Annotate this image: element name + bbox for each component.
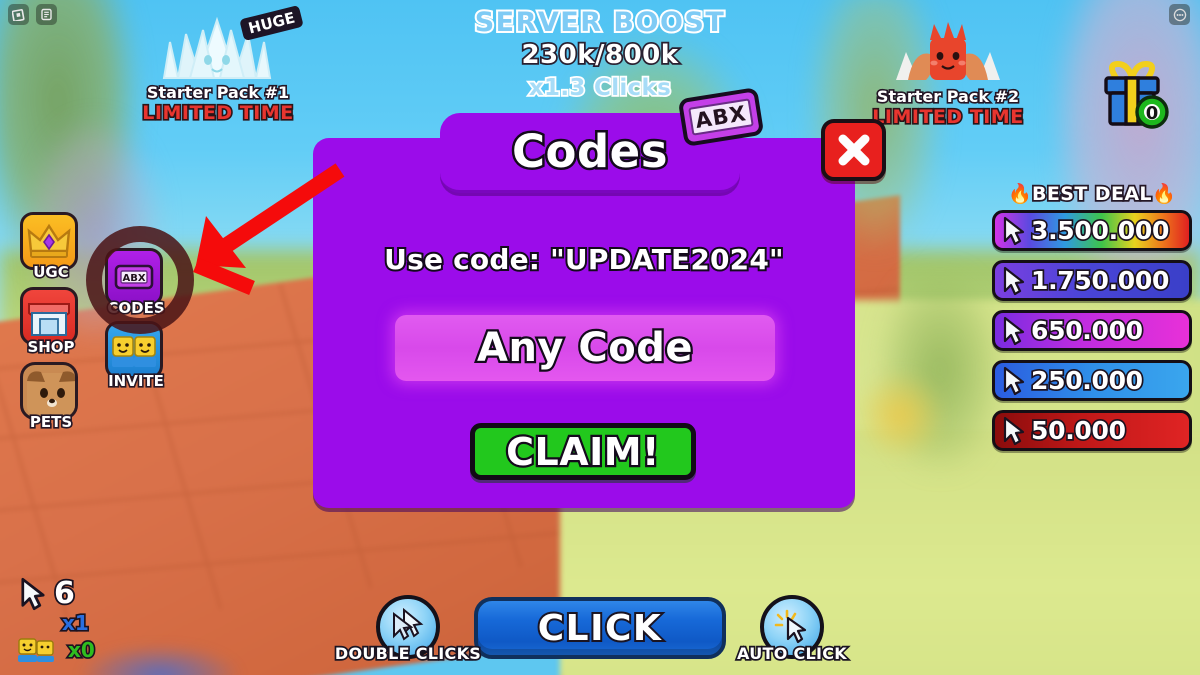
auto-click-label: AUTO CLICK [735, 642, 848, 664]
deal-amount: 650.000 [1029, 314, 1144, 346]
sidebar-item-ugc[interactable]: UGC [20, 212, 82, 283]
shop-icon-box [20, 287, 78, 345]
codes-hint: Use code: "UPDATE2024" [382, 241, 785, 278]
invite-friends-icon [112, 336, 156, 367]
sidebar-item-pets-label: PETS [28, 411, 73, 432]
gift-box-icon: 0 [1104, 60, 1169, 129]
deal-amount: 50.000 [1029, 414, 1127, 446]
sidebar-item-ugc-label: UGC [32, 261, 71, 282]
sidebar-left-column-1: UGC SHOP PETS [20, 212, 82, 437]
abx-codes-icon: ABX [114, 264, 154, 290]
server-boost-progress: 230k/800k [520, 38, 680, 72]
shop-icon [28, 303, 70, 336]
roblox-top-chrome [8, 4, 57, 25]
deal-item[interactable]: 1.750.000 [992, 260, 1192, 301]
starter-pack-2-name: Starter Pack #2 [875, 86, 1020, 107]
deal-amount: 250.000 [1029, 364, 1144, 396]
scenery-prop [855, 370, 945, 460]
code-input-value: Any Code [475, 323, 695, 374]
sidebar-item-pets[interactable]: PETS [20, 362, 82, 433]
deal-item[interactable]: 250.000 [992, 360, 1192, 401]
deal-amount: 3.500.000 [1029, 214, 1171, 246]
close-icon [838, 134, 869, 166]
sidebar-item-codes[interactable]: ABX CODES [105, 248, 167, 319]
double-cursor-icon [393, 608, 424, 641]
best-deals-panel: 🔥BEST DEAL🔥 3.500.000 1.750.000 650.000 … [992, 181, 1192, 460]
abx-tag-label: ABX [693, 101, 749, 133]
deal-amount: 1.750.000 [1029, 264, 1171, 296]
starter-pack-1-name: Starter Pack #1 [145, 82, 290, 103]
cursor-icon [1003, 316, 1025, 345]
server-boost-panel: SERVER BOOST 230k/800k x1.3 Clicks [430, 6, 770, 104]
crown-icon [27, 223, 71, 258]
deal-item[interactable]: 650.000 [992, 310, 1192, 351]
cursor-icon [1003, 266, 1025, 295]
sidebar-item-shop-label: SHOP [26, 336, 76, 357]
click-button[interactable]: CLICK [474, 597, 726, 659]
close-button[interactable] [821, 119, 886, 181]
top-right-chrome [1169, 4, 1190, 25]
double-clicks-button[interactable]: DOUBLE CLICKS [333, 595, 483, 665]
cursor-icon [1003, 416, 1025, 445]
click-button-label: CLICK [536, 606, 663, 651]
sidebar-item-invite[interactable]: INVITE [105, 321, 167, 392]
codes-modal-body: Use code: "UPDATE2024" Any Code CLAIM! [313, 138, 855, 508]
starter-pack-2[interactable]: Starter Pack #2 LIMITED TIME [858, 18, 1038, 130]
best-deal-label: BEST DEAL [1030, 181, 1153, 206]
claim-button-label: CLAIM! [504, 427, 662, 476]
abx-tag-inner: ABX [688, 98, 754, 136]
starter-pack-1[interactable]: HUGE Starter Pack #1 LIMITED TIME [128, 4, 308, 126]
deal-item[interactable]: 50.000 [992, 410, 1192, 451]
sidebar-item-codes-label: CODES [106, 297, 166, 318]
starter-pack-1-limited: LIMITED TIME [141, 100, 295, 125]
server-boost-title: SERVER BOOST [473, 6, 726, 40]
sidebar-item-shop[interactable]: SHOP [20, 287, 82, 358]
svg-text:ABX: ABX [122, 273, 145, 284]
sidebar-left-column-2: ABX CODES INVITE [105, 248, 167, 394]
menu-list-icon[interactable] [36, 4, 57, 25]
best-deal-title: 🔥BEST DEAL🔥 [992, 181, 1192, 206]
pet-dog-icon [27, 371, 75, 417]
auto-click-button[interactable]: AUTO CLICK [735, 595, 848, 665]
starter-pack-2-limited: LIMITED TIME [871, 104, 1025, 129]
invite-icon-box [105, 321, 163, 379]
starter-pack-1-art: HUGE [128, 4, 308, 84]
cursor-icon [1003, 216, 1025, 245]
auto-click-icon [774, 609, 807, 644]
more-options-icon[interactable] [1169, 4, 1190, 25]
fire-icon-right: 🔥 [1150, 181, 1177, 206]
sidebar-item-invite-label: INVITE [106, 370, 165, 391]
codes-icon-box: ABX [105, 248, 163, 306]
pets-icon-box [20, 362, 78, 420]
double-clicks-label: DOUBLE CLICKS [333, 642, 482, 664]
code-input[interactable]: Any Code [395, 315, 775, 381]
ugc-icon-box [20, 212, 78, 270]
starter-pack-2-art [858, 18, 1038, 88]
gift-count: 0 [1146, 103, 1159, 124]
roblox-logo-icon[interactable] [8, 4, 29, 25]
gift-button[interactable]: 0 [1094, 58, 1172, 136]
cursor-icon [1003, 366, 1025, 395]
fiery-pet-icon [896, 22, 1000, 80]
deal-item[interactable]: 3.500.000 [992, 210, 1192, 251]
bottom-action-bar: DOUBLE CLICKS CLICK AUTO CLICK [0, 595, 1200, 665]
codes-modal-title: Codes [510, 123, 670, 181]
claim-button[interactable]: CLAIM! [470, 423, 696, 480]
fire-icon-left: 🔥 [1006, 181, 1033, 206]
